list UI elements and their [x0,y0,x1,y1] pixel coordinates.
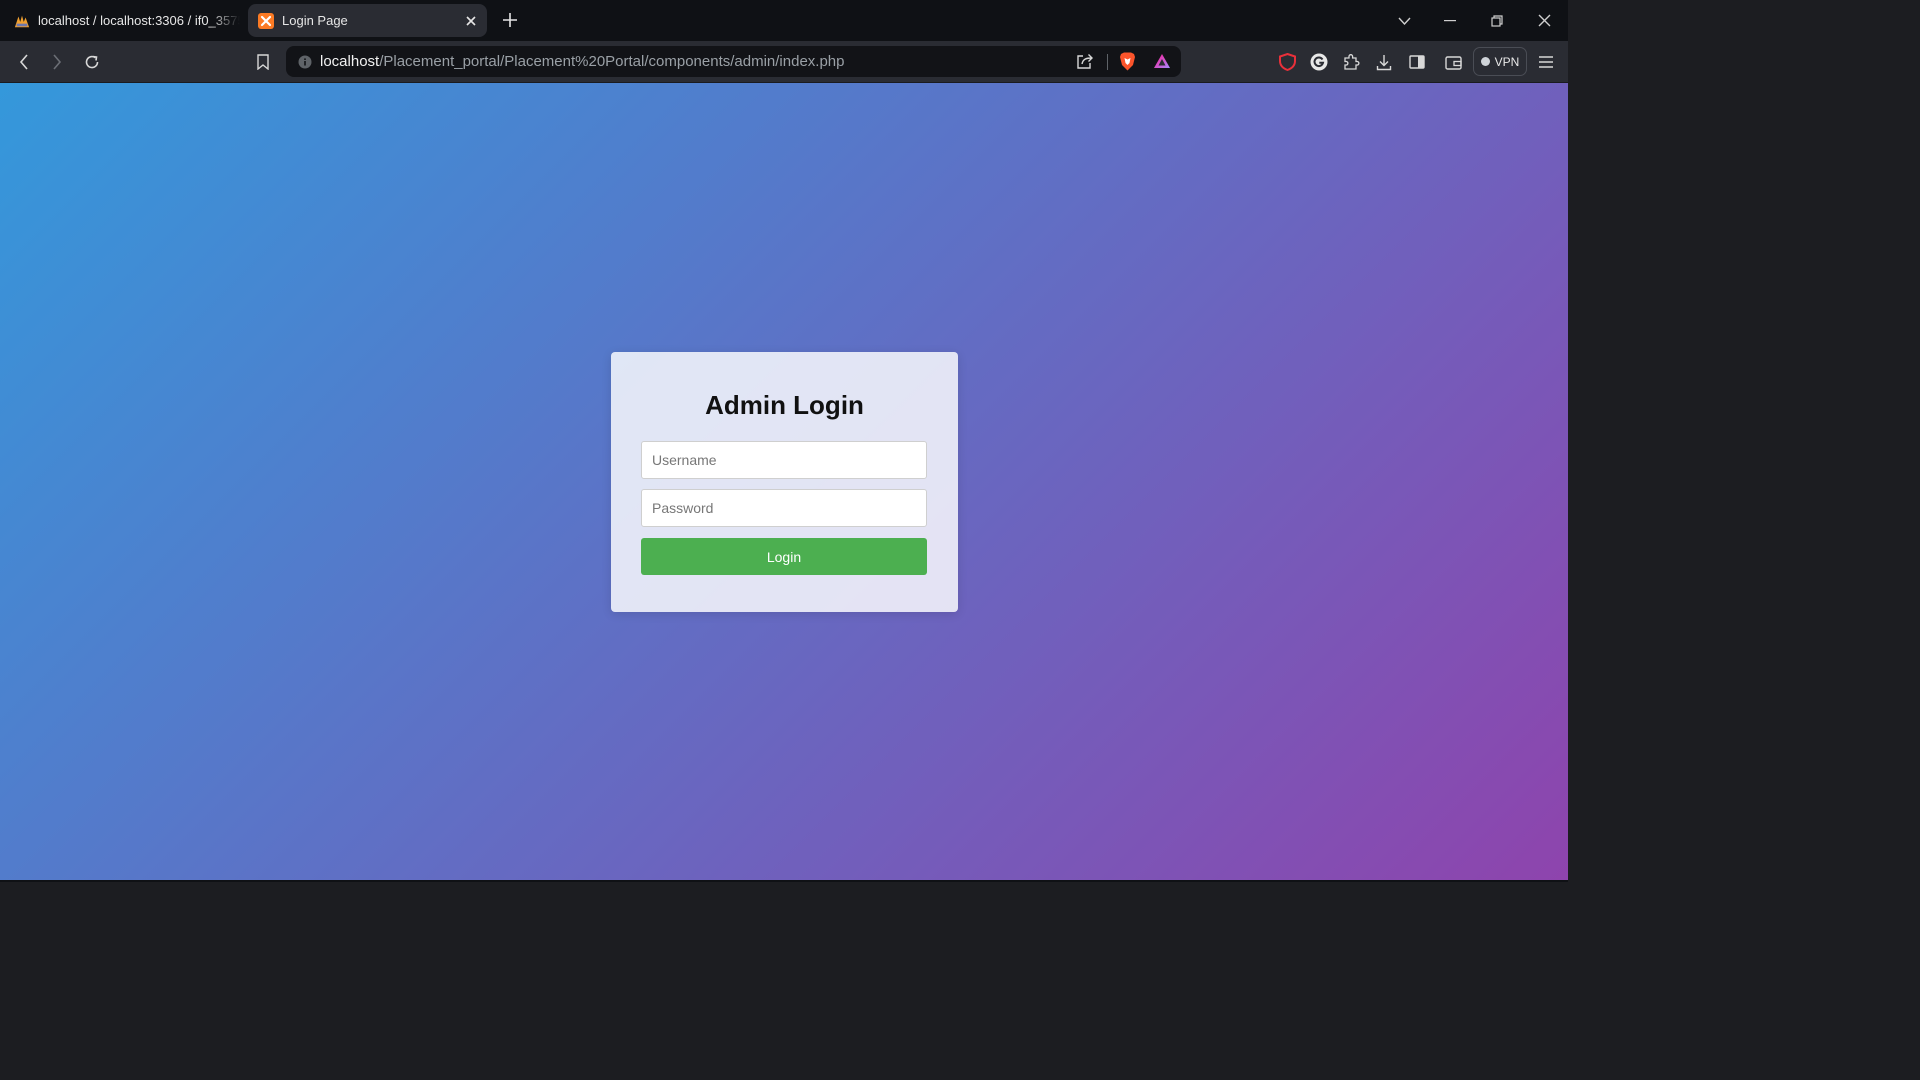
url-text[interactable]: localhost/Placement_portal/Placement%20P… [320,53,844,70]
browser-toolbar: localhost/Placement_portal/Placement%20P… [0,41,1568,83]
close-window-icon[interactable] [1521,0,1567,41]
login-card: Admin Login Login [611,352,958,612]
address-bar[interactable]: localhost/Placement_portal/Placement%20P… [286,46,1181,77]
login-button[interactable]: Login [641,538,927,575]
vpn-status-icon [1480,57,1490,66]
sidebar-toggle-icon[interactable] [1404,49,1430,75]
reload-icon[interactable] [79,49,105,75]
tab-login-page[interactable]: Login Page [248,4,487,37]
extension-g-icon[interactable] [1306,49,1332,75]
browser-window: localhost / localhost:3306 / if0_35759 L… [0,0,1568,882]
brave-shields-icon[interactable] [1119,52,1136,71]
url-host: localhost [320,53,380,70]
url-path: /Placement_portal/Placement%20Portal/com… [379,53,845,70]
wallet-icon[interactable] [1440,49,1466,75]
download-icon[interactable] [1371,49,1397,75]
password-input[interactable] [641,489,927,527]
phpmyadmin-icon [14,13,30,29]
window-bottom-edge [0,880,1568,882]
tab-phpmyadmin[interactable]: localhost / localhost:3306 / if0_35759 [8,4,240,37]
page-title: Admin Login [705,390,864,420]
tab-search-chevron-icon[interactable] [1381,0,1427,41]
menu-hamburger-icon[interactable] [1533,49,1559,75]
new-tab-icon[interactable] [499,8,521,32]
tab-title: Login Page [282,13,348,28]
username-input[interactable] [641,441,927,479]
bookmark-icon[interactable] [250,49,276,75]
divider [1107,54,1108,70]
restore-icon[interactable] [1474,0,1520,41]
minimize-icon[interactable] [1427,0,1473,41]
forward-icon[interactable] [44,49,70,75]
vpn-label: VPN [1494,54,1520,69]
back-icon[interactable] [11,49,37,75]
xampp-icon [258,12,274,29]
adblock-shield-icon[interactable] [1274,49,1300,75]
site-info-icon[interactable] [298,55,312,69]
share-icon[interactable] [1076,53,1094,69]
tab-title: localhost / localhost:3306 / if0_35759 [38,13,240,28]
brave-rewards-icon[interactable] [1153,53,1171,69]
tab-strip: localhost / localhost:3306 / if0_35759 L… [0,0,1568,41]
extensions-puzzle-icon[interactable] [1338,49,1364,75]
page-background: Admin Login Login [0,83,1568,880]
vpn-button[interactable]: VPN [1473,47,1527,76]
close-tab-icon[interactable] [459,9,483,33]
